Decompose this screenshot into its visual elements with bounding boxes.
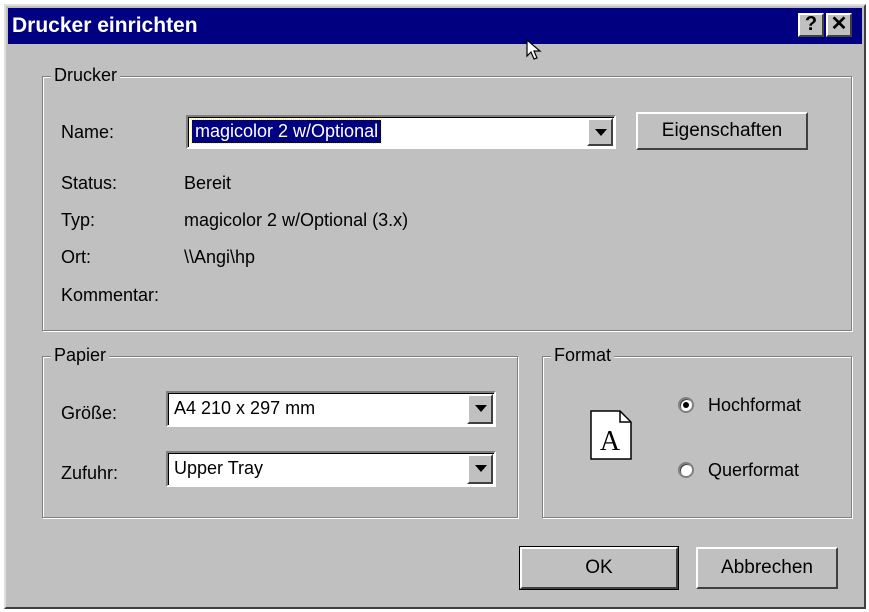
location-value: \\Angi\hp (184, 247, 256, 267)
paper-size-select[interactable]: A4 210 x 297 mm (166, 391, 496, 427)
window-title: Drucker einrichten (12, 14, 198, 37)
printer-name-dropdown-button[interactable] (587, 118, 613, 146)
landscape-radio[interactable] (678, 462, 694, 478)
paper-source-value: Upper Tray (174, 458, 264, 478)
properties-button[interactable]: Eigenschaften (636, 112, 808, 150)
page-icon-letter: A (600, 426, 621, 457)
paper-size-value: A4 210 x 297 mm (174, 398, 316, 418)
location-label: Ort: (61, 247, 91, 267)
cancel-button[interactable]: Abbrechen (696, 547, 838, 589)
printer-name-label: Name: (61, 122, 115, 142)
printer-group-title: Drucker (51, 65, 121, 86)
portrait-radio[interactable] (678, 397, 694, 413)
portrait-radio-dot (683, 402, 689, 408)
close-button[interactable]: ✕ (826, 13, 852, 37)
type-label: Typ: (61, 210, 96, 230)
paper-source-label: Zufuhr: (61, 463, 119, 483)
portrait-page-icon: A (590, 410, 632, 460)
status-label: Status: (61, 173, 118, 193)
portrait-label[interactable]: Hochformat (708, 395, 801, 416)
landscape-label[interactable]: Querformat (708, 460, 799, 481)
ok-button[interactable]: OK (520, 547, 678, 589)
title-bar[interactable]: Drucker einrichten ? ✕ (8, 8, 862, 44)
type-value: magicolor 2 w/Optional (3.x) (184, 210, 409, 230)
orientation-group-title: Format (551, 345, 615, 366)
paper-group: Papier (42, 345, 518, 518)
mouse-pointer-icon (526, 38, 542, 60)
paper-source-dropdown-button[interactable] (467, 454, 493, 484)
print-setup-dialog: Drucker einrichten ? ✕ Drucker Name: mag… (4, 4, 866, 609)
printer-name-value: magicolor 2 w/Optional (190, 119, 383, 144)
paper-size-label: Größe: (61, 403, 118, 423)
comment-label: Kommentar: (61, 285, 160, 305)
paper-source-select[interactable]: Upper Tray (166, 451, 496, 487)
status-value: Bereit (184, 173, 232, 193)
printer-name-select[interactable]: magicolor 2 w/Optional (186, 115, 616, 149)
help-button[interactable]: ? (798, 13, 824, 37)
orientation-group: Format (542, 345, 852, 518)
paper-group-title: Papier (51, 345, 110, 366)
paper-size-dropdown-button[interactable] (467, 394, 493, 424)
